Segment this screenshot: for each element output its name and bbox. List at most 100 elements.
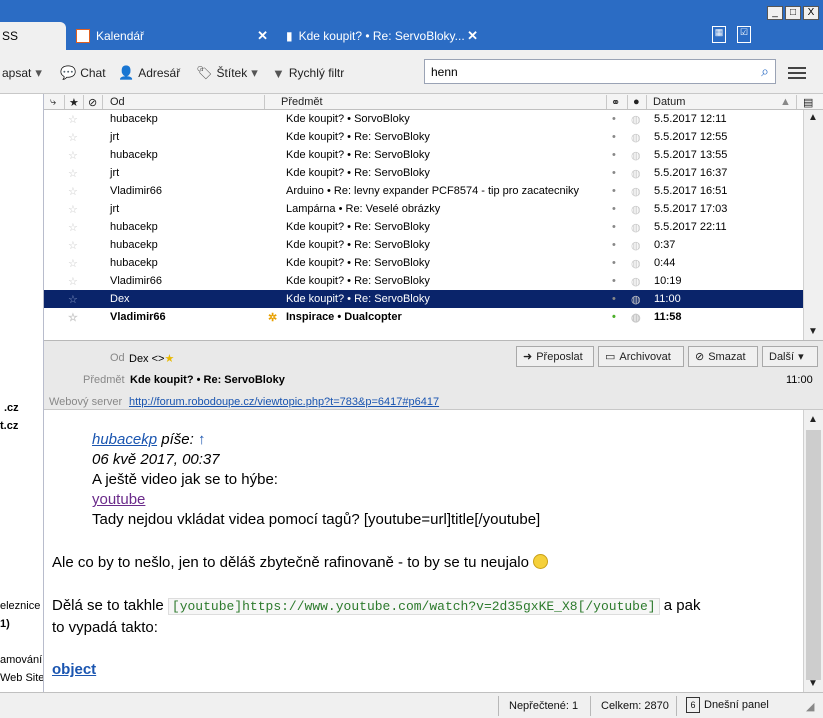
junk-status-icon[interactable]: ◍ — [631, 167, 641, 180]
message-row[interactable]: ☆ jrt Lampárna • Re: Veselé obrázky • ◍ 5.5.2… — [44, 200, 803, 218]
tag-button[interactable]: 🏷 Štítek ▾ — [196, 64, 258, 82]
junk-status-icon[interactable]: ◍ — [631, 131, 641, 144]
junk-column-icon[interactable]: ● — [633, 96, 640, 108]
star-icon[interactable]: ☆ — [68, 149, 78, 162]
column-from[interactable]: Od — [110, 96, 125, 108]
star-icon[interactable]: ☆ — [68, 257, 78, 270]
read-status-icon[interactable]: • — [612, 311, 616, 323]
read-status-icon[interactable]: • — [612, 239, 616, 251]
tab-calendar[interactable]: Kalendář ✕ — [76, 22, 276, 50]
read-status-icon[interactable]: • — [612, 257, 616, 269]
tasks-icon[interactable]: ☑ — [737, 26, 751, 43]
message-row[interactable]: ☆ jrt Kde koupit? • Re: ServoBloky • ◍ 5.5.20… — [44, 128, 803, 146]
scroll-down-icon[interactable]: ▼ — [808, 678, 818, 689]
read-status-icon[interactable]: • — [612, 221, 616, 233]
quote-author-link[interactable]: hubacekp — [92, 431, 157, 448]
read-status-icon[interactable]: • — [612, 275, 616, 287]
close-icon[interactable]: ✕ — [467, 28, 478, 44]
thread-column-icon[interactable]: ⤷ — [50, 96, 56, 109]
attachment-column-icon[interactable]: ⊘ — [88, 96, 97, 109]
junk-status-icon[interactable]: ◍ — [631, 275, 641, 288]
star-icon[interactable]: ☆ — [68, 185, 78, 198]
star-icon[interactable]: ☆ — [68, 275, 78, 288]
read-status-icon[interactable]: • — [612, 167, 616, 179]
read-status-icon[interactable]: • — [612, 185, 616, 197]
junk-status-icon[interactable]: ◍ — [631, 257, 641, 270]
address-book-button[interactable]: 👤 Adresář — [118, 64, 180, 82]
calendar-view-icon[interactable]: ▦ — [712, 26, 726, 43]
junk-status-icon[interactable]: ◍ — [631, 185, 641, 198]
junk-status-icon[interactable]: ◍ — [631, 221, 641, 234]
message-row[interactable]: ☆ Vladimir66 Kde koupit? • Re: ServoBloky •… — [44, 272, 803, 290]
more-button[interactable]: Další ▾ — [762, 346, 818, 367]
junk-status-icon[interactable]: ◍ — [631, 149, 641, 162]
scroll-up-icon[interactable]: ▲ — [808, 414, 818, 425]
maximize-button[interactable]: □ — [785, 6, 801, 20]
message-row[interactable]: ☆ hubacekp Kde koupit? • SorvoBloky • ◍ 5.5.2… — [44, 110, 803, 128]
star-icon[interactable]: ☆ — [68, 239, 78, 252]
close-icon[interactable]: ✕ — [257, 28, 268, 44]
delete-button[interactable]: ⊘ Smazat — [688, 346, 758, 367]
from-value[interactable]: Dex <>★ — [129, 352, 174, 365]
sidebar-item[interactable]: amování — [0, 654, 42, 666]
message-row[interactable]: ☆ hubacekp Kde koupit? • Re: ServoBloky • ◍ 0… — [44, 236, 803, 254]
tab-ss[interactable]: SS — [0, 22, 66, 50]
junk-status-icon[interactable]: ◍ — [631, 203, 641, 216]
star-icon[interactable]: ☆ — [68, 293, 78, 306]
scroll-thumb[interactable] — [806, 430, 821, 680]
sidebar-item[interactable]: .cz — [4, 402, 19, 414]
close-window-button[interactable]: X — [803, 6, 819, 20]
scroll-down-icon[interactable]: ▼ — [808, 326, 818, 337]
read-status-icon[interactable]: • — [612, 149, 616, 161]
junk-status-icon[interactable]: ◍ — [631, 311, 641, 324]
junk-status-icon[interactable]: ◍ — [631, 113, 641, 126]
minimize-button[interactable]: _ — [767, 6, 783, 20]
message-row[interactable]: ☆ Vladimir66 Arduino • Re: levny expander … — [44, 182, 803, 200]
sidebar-item[interactable]: 1) — [0, 618, 10, 630]
star-icon[interactable]: ☆ — [68, 203, 78, 216]
list-scrollbar[interactable]: ▲ ▼ — [803, 110, 823, 340]
quick-filter-button[interactable]: ▼ Rychlý filtr — [272, 64, 344, 82]
search-input[interactable]: henn ⌕ — [424, 59, 776, 84]
column-date[interactable]: Datum — [653, 96, 685, 108]
read-status-icon[interactable]: • — [612, 203, 616, 215]
read-status-icon[interactable]: • — [612, 293, 616, 305]
sidebar-item[interactable]: eleznice — [0, 600, 40, 612]
read-status-icon[interactable]: • — [612, 131, 616, 143]
archive-button[interactable]: ▭ Archivovat — [598, 346, 684, 367]
star-icon[interactable]: ☆ — [68, 113, 78, 126]
youtube-link[interactable]: youtube — [92, 490, 540, 510]
junk-status-icon[interactable]: ◍ — [631, 239, 641, 252]
sidebar-item[interactable]: t.cz — [0, 420, 18, 432]
junk-status-icon[interactable]: ◍ — [631, 293, 641, 306]
scroll-up-icon[interactable]: ▲ — [808, 112, 818, 123]
forward-button[interactable]: ➜ Přeposlat — [516, 346, 594, 367]
up-arrow-icon[interactable]: ↑ — [198, 431, 206, 448]
star-icon[interactable]: ☆ — [68, 131, 78, 144]
chat-button[interactable]: 💬 Chat — [60, 64, 106, 82]
message-row[interactable]: ☆ hubacekp Kde koupit? • Re: ServoBloky • ◍ 0… — [44, 254, 803, 272]
write-button[interactable]: apsat ▾ — [2, 64, 42, 82]
read-status-icon[interactable]: • — [612, 113, 616, 125]
tab-message[interactable]: ▮ Kde koupit? • Re: ServoBloky... ✕ — [286, 22, 486, 50]
search-icon[interactable]: ⌕ — [761, 63, 769, 80]
resize-grip-icon[interactable]: ◢ — [806, 700, 814, 713]
menu-icon[interactable] — [788, 64, 806, 82]
sidebar-item[interactable]: Web Site — [0, 672, 43, 684]
star-icon[interactable]: ☆ — [68, 167, 78, 180]
read-column-icon[interactable]: ⚭ — [611, 96, 620, 109]
message-row[interactable]: ☆ Vladimir66 Inspirace • Dualcopter • ◍ 11:58… — [44, 308, 803, 326]
column-picker-icon[interactable]: ▤ — [803, 96, 813, 109]
star-column-icon[interactable]: ★ — [69, 96, 79, 109]
message-row[interactable]: ☆ hubacekp Kde koupit? • Re: ServoBloky • ◍ 5… — [44, 218, 803, 236]
message-row[interactable]: ☆ jrt Kde koupit? • Re: ServoBloky • ◍ 5.5.20… — [44, 164, 803, 182]
body-scrollbar[interactable]: ▲ ▼ — [803, 410, 823, 692]
web-server-link[interactable]: http://forum.robodoupe.cz/viewtopic.php?… — [129, 396, 439, 408]
message-row[interactable]: ☆ hubacekp Kde koupit? • Re: ServoBloky • ◍ 5… — [44, 146, 803, 164]
column-subject[interactable]: Předmět — [281, 96, 323, 108]
star-icon[interactable]: ☆ — [68, 311, 78, 324]
message-row[interactable]: ☆ Dex Kde koupit? • Re: ServoBloky • ◍ 11:00 — [44, 290, 803, 308]
star-icon[interactable]: ☆ — [68, 221, 78, 234]
star-icon[interactable]: ★ — [164, 353, 174, 365]
today-panel-button[interactable]: 6 Dnešní panel — [686, 697, 769, 713]
